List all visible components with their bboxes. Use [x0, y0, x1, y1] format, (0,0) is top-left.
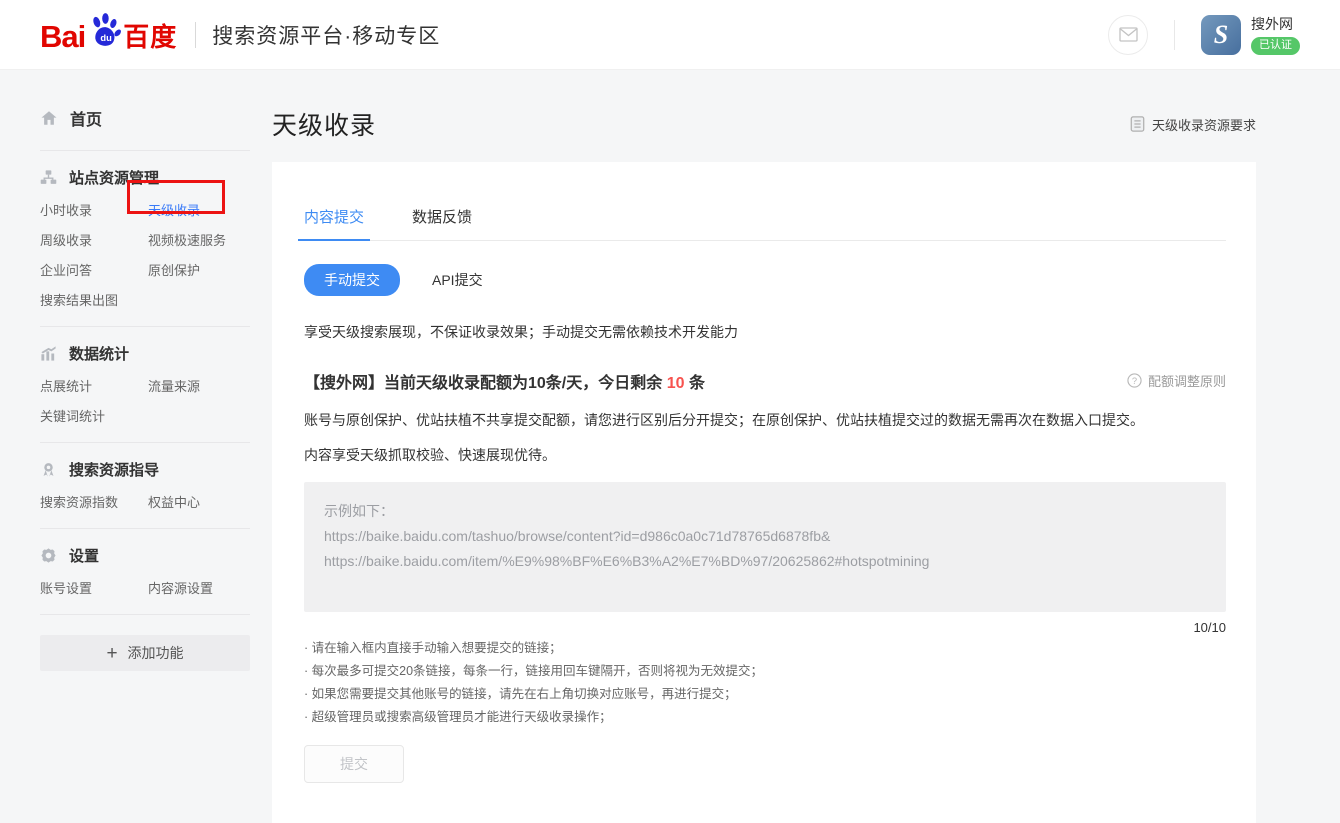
- home-icon: [40, 109, 58, 127]
- sidebar-item-home[interactable]: 首页: [40, 88, 250, 150]
- baidu-logo-cn: 百度: [123, 24, 177, 51]
- sidebar-item-weekly-inclusion[interactable]: 周级收录: [40, 226, 148, 256]
- quota-adjustment-label: 配额调整原则: [1148, 371, 1226, 390]
- baidu-paw-icon: du: [86, 12, 122, 48]
- quota-statement: 【搜外网】当前天级收录配额为10条/天，今日剩余 10 条: [304, 369, 705, 393]
- manual-submit-mode-button[interactable]: 手动提交: [304, 264, 400, 296]
- note-line: · 每次最多可提交20条链接，每条一行，链接用回车键隔开，否则将视为无效提交；: [304, 660, 1226, 683]
- user-menu[interactable]: 搜外网 已认证: [1251, 14, 1300, 54]
- resource-requirements-label: 天级收录资源要求: [1152, 115, 1256, 134]
- top-header: Bai du 百度 搜索资源平台·移动专区: [0, 0, 1340, 70]
- product-title: 搜索资源平台·移动专区: [212, 20, 440, 50]
- submit-button[interactable]: 提交: [304, 745, 404, 783]
- section-title: 数据统计: [69, 343, 129, 364]
- tab-content-submit[interactable]: 内容提交: [304, 206, 364, 240]
- sidebar-item-impression-stats[interactable]: 点展统计: [40, 372, 148, 402]
- mode-description: 享受天级搜索展现，不保证收录效果；手动提交无需依赖技术开发能力: [304, 322, 1226, 342]
- tab-bar: 内容提交 数据反馈: [304, 206, 1226, 241]
- bar-chart-icon: [40, 345, 57, 362]
- sidebar-item-original-protection[interactable]: 原创保护: [148, 256, 250, 286]
- quota-paragraph: 账号与原创保护、优站扶植不共享提交配额，请您进行区别后分开提交；在原创保护、优站…: [304, 405, 1226, 435]
- sidebar-item-video-express[interactable]: 视频极速服务: [148, 226, 250, 256]
- note-line: · 请在输入框内直接手动输入想要提交的链接；: [304, 637, 1226, 660]
- user-name: 搜外网: [1251, 14, 1300, 34]
- placeholder-line: https://baike.baidu.com/tashuo/browse/co…: [324, 524, 1206, 549]
- api-submit-mode-button[interactable]: API提交: [432, 270, 483, 290]
- section-title: 搜索资源指导: [69, 459, 159, 480]
- baidu-logo-text: Bai: [40, 21, 85, 52]
- sidebar-item-search-result-image[interactable]: 搜索结果出图: [40, 286, 250, 316]
- document-icon: [1130, 116, 1145, 132]
- mail-icon: [1119, 27, 1138, 42]
- svg-text:du: du: [101, 32, 113, 42]
- verified-badge: 已认证: [1251, 37, 1300, 54]
- sitemap-icon: [40, 169, 57, 186]
- sidebar-item-resource-index[interactable]: 搜索资源指数: [40, 488, 148, 518]
- sidebar-home-label: 首页: [70, 106, 102, 130]
- avatar[interactable]: S: [1201, 15, 1241, 55]
- medal-icon: [40, 461, 57, 478]
- quota-counter: 10/10: [304, 620, 1226, 635]
- question-circle-icon: ?: [1127, 373, 1142, 388]
- section-settings: 设置 账号设置 内容源设置: [40, 529, 250, 614]
- placeholder-line: 示例如下：: [324, 499, 1206, 524]
- sidebar-item-content-source-settings[interactable]: 内容源设置: [148, 574, 250, 604]
- submission-notes: · 请在输入框内直接手动输入想要提交的链接； · 每次最多可提交20条链接，每条…: [304, 637, 1226, 729]
- messages-button[interactable]: [1108, 15, 1148, 55]
- page-title: 天级收录: [272, 106, 376, 142]
- sidebar: 首页 站点资源管理 小时收录 天级收录 周级收录 视频极速服: [0, 70, 272, 782]
- sidebar-item-enterprise-qa[interactable]: 企业问答: [40, 256, 148, 286]
- add-function-button[interactable]: + 添加功能: [40, 635, 250, 671]
- resource-requirements-link[interactable]: 天级收录资源要求: [1130, 115, 1256, 134]
- quota-remaining-value: 10: [667, 375, 685, 392]
- sidebar-item-rights-center[interactable]: 权益中心: [148, 488, 250, 518]
- section-title: 设置: [69, 545, 99, 566]
- main-content: 天级收录 天级收录资源要求 内容提交 数据反馈 手动提交: [272, 70, 1340, 782]
- sidebar-item-daily-inclusion[interactable]: 天级收录: [148, 196, 250, 226]
- svg-text:?: ?: [1132, 376, 1137, 386]
- sidebar-item-traffic-source[interactable]: 流量来源: [148, 372, 250, 402]
- sidebar-item-keyword-stats[interactable]: 关键词统计: [40, 402, 250, 432]
- section-site-resource: 站点资源管理 小时收录 天级收录 周级收录 视频极速服务 企业问答 原创保护 搜…: [40, 151, 250, 326]
- note-line: · 如果您需要提交其他账号的链接，请先在右上角切换对应账号，再进行提交；: [304, 683, 1226, 706]
- sidebar-item-account-settings[interactable]: 账号设置: [40, 574, 148, 604]
- tab-data-feedback[interactable]: 数据反馈: [412, 206, 472, 240]
- quota-adjustment-link[interactable]: ? 配额调整原则: [1127, 371, 1226, 390]
- note-line: · 超级管理员或搜索高级管理员才能进行天级收录操作；: [304, 706, 1226, 729]
- logo-divider: [195, 22, 196, 48]
- baidu-logo[interactable]: Bai du 百度: [40, 18, 177, 52]
- section-data-statistics: 数据统计 点展统计 流量来源 关键词统计: [40, 327, 250, 442]
- plus-icon: +: [106, 644, 117, 663]
- url-input[interactable]: 示例如下： https://baike.baidu.com/tashuo/bro…: [304, 482, 1226, 612]
- placeholder-line: https://baike.baidu.com/item/%E9%98%BF%E…: [324, 549, 1206, 574]
- add-function-label: 添加功能: [128, 643, 184, 663]
- section-title: 站点资源管理: [69, 167, 159, 188]
- header-divider: [1174, 20, 1175, 50]
- sidebar-divider: [40, 614, 250, 615]
- sidebar-item-hourly-inclusion[interactable]: 小时收录: [40, 196, 148, 226]
- section-search-guidance: 搜索资源指导 搜索资源指数 权益中心: [40, 443, 250, 528]
- benefit-paragraph: 内容享受天级抓取校验、快速展现优待。: [304, 440, 1226, 470]
- gear-icon: [40, 547, 57, 564]
- content-card: 内容提交 数据反馈 手动提交 API提交 享受天级搜索展现，不保证收录效果；手动…: [272, 162, 1256, 823]
